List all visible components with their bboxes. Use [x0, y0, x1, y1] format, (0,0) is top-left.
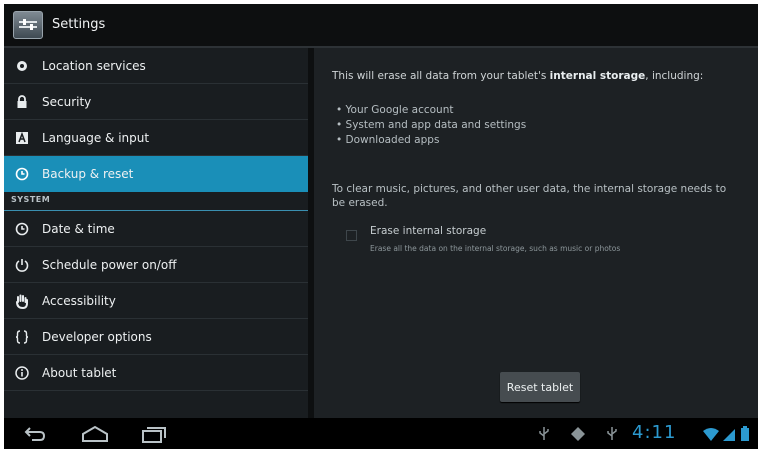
home-icon[interactable]: [80, 424, 110, 448]
list-item: Downloaded apps: [336, 133, 526, 148]
erase-storage-subtitle: Erase all the data on the internal stora…: [370, 244, 621, 253]
sidebar-item-about-tablet[interactable]: About tablet: [4, 355, 308, 391]
settings-sidebar: Location services Security Language & in…: [4, 48, 308, 418]
sidebar-item-label: Language & input: [42, 130, 150, 145]
wifi-icon: [702, 427, 720, 446]
status-clock: 4:11: [632, 422, 677, 443]
usb-icon: [538, 426, 550, 446]
sidebar-item-language-input[interactable]: Language & input: [4, 120, 308, 156]
erase-warning-suffix: , including:: [645, 70, 704, 82]
erase-warning-bold: internal storage: [549, 70, 646, 82]
sidebar-item-label: Location services: [42, 58, 146, 73]
erase-list: Your Google account System and app data …: [336, 103, 527, 148]
recent-apps-icon[interactable]: [140, 424, 168, 448]
sidebar-item-label: About tablet: [42, 365, 117, 380]
keyboard-icon: [12, 128, 32, 148]
back-icon[interactable]: [20, 424, 48, 448]
location-icon: [12, 56, 32, 76]
sidebar-item-schedule-power[interactable]: Schedule power on/off: [4, 247, 308, 283]
sidebar-item-location-services[interactable]: Location services: [4, 48, 308, 84]
lock-icon: [12, 92, 32, 112]
sidebar-item-label: Developer options: [42, 329, 152, 344]
screen: Settings Location services Security Lang…: [4, 4, 758, 449]
erase-warning-prefix: This will erase all data from your table…: [332, 70, 550, 82]
android-debug-icon: [570, 426, 586, 446]
braces-icon: [12, 327, 32, 347]
backup-icon: [12, 164, 32, 184]
section-header-label: SYSTEM: [11, 195, 51, 204]
reset-detail-pane: This will erase all data from your table…: [314, 48, 758, 418]
usb-connection-icon: [606, 426, 618, 446]
sidebar-item-label: Backup & reset: [42, 167, 134, 181]
battery-icon: [740, 426, 750, 446]
list-item: System and app data and settings: [336, 118, 527, 133]
sidebar-item-date-time[interactable]: Date & time: [4, 211, 308, 247]
erase-warning-text: This will erase all data from your table…: [332, 70, 752, 82]
action-bar: Settings: [4, 4, 758, 48]
settings-app-icon[interactable]: [13, 11, 43, 39]
page-title: Settings: [52, 17, 106, 32]
erase-storage-title[interactable]: Erase internal storage: [370, 225, 486, 237]
clear-storage-note: To clear music, pictures, and other user…: [332, 183, 727, 209]
signal-icon: [722, 427, 736, 446]
erase-storage-checkbox[interactable]: [346, 230, 357, 241]
power-clock-icon: [12, 255, 32, 275]
sidebar-item-label: Accessibility: [42, 293, 116, 308]
sidebar-item-security[interactable]: Security: [4, 84, 308, 120]
clock-icon: [12, 219, 32, 239]
info-icon: [12, 363, 32, 383]
hand-icon: [12, 291, 32, 311]
sidebar-item-accessibility[interactable]: Accessibility: [4, 283, 308, 319]
system-navigation-bar: 4:11: [4, 418, 758, 449]
list-item: Your Google account: [336, 103, 526, 118]
section-header-system: SYSTEM: [4, 191, 308, 211]
reset-tablet-button[interactable]: Reset tablet: [500, 372, 580, 402]
sidebar-item-label: Date & time: [42, 221, 115, 236]
sidebar-item-label: Security: [42, 94, 92, 109]
sidebar-item-backup-reset[interactable]: Backup & reset: [4, 156, 308, 192]
sidebar-item-label: Schedule power on/off: [42, 257, 177, 272]
sidebar-item-developer-options[interactable]: Developer options: [4, 319, 308, 355]
